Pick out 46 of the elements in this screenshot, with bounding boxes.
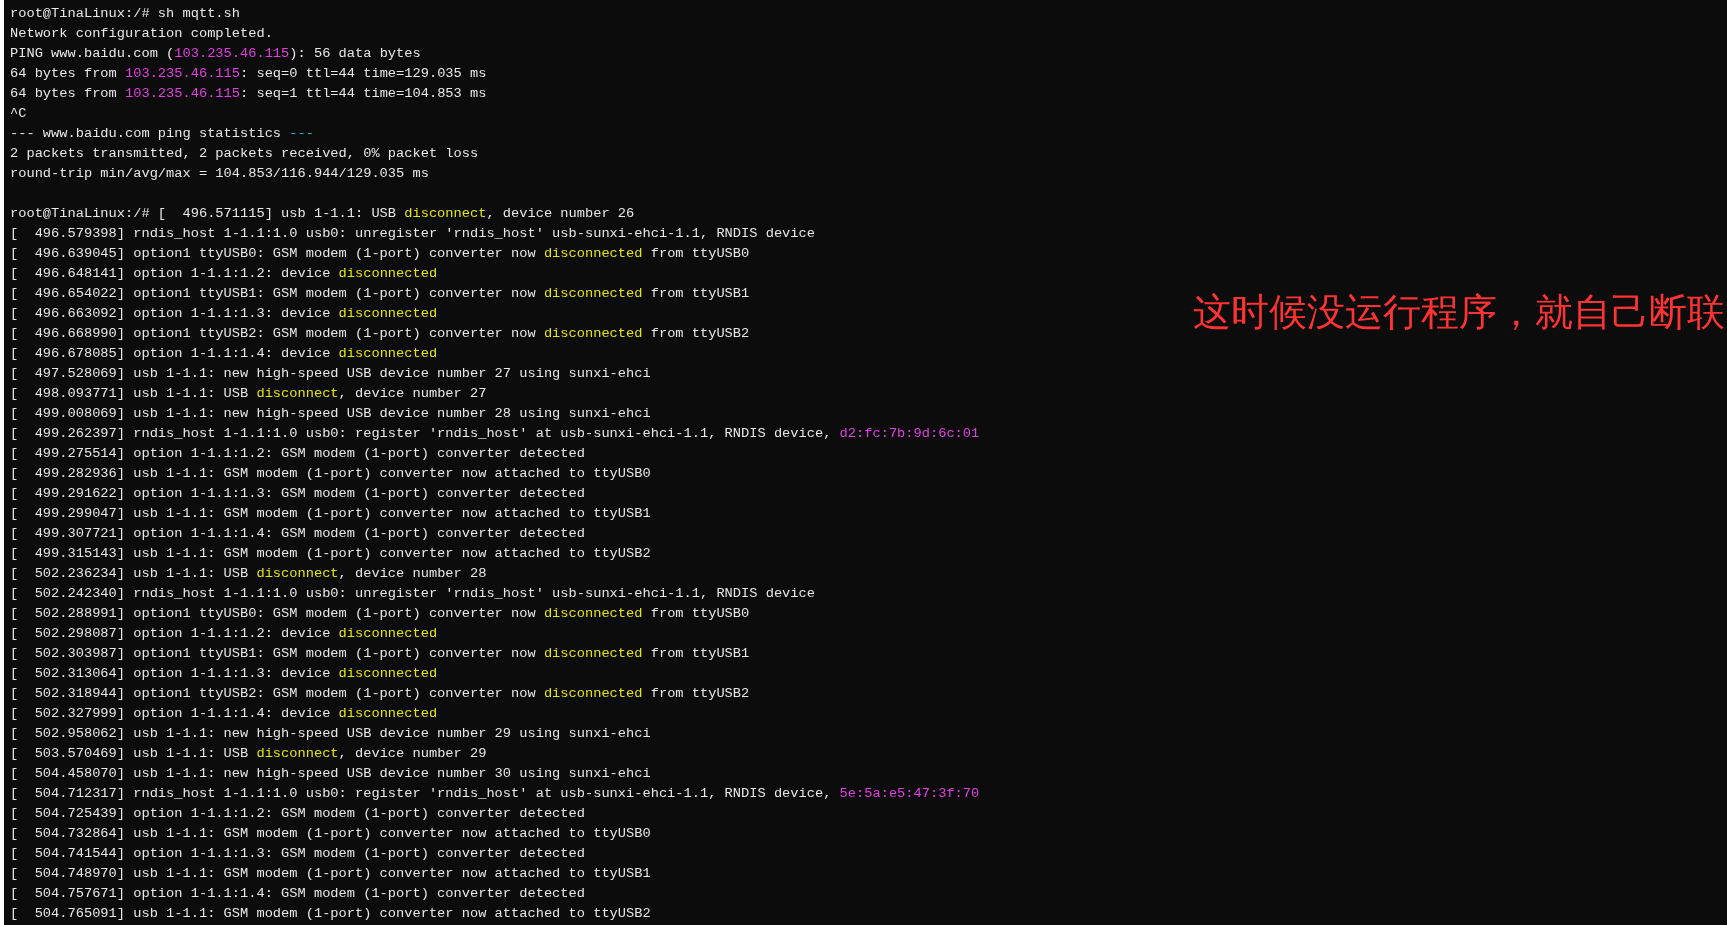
terminal-line: [ 504.732864] usb 1-1.1: GSM modem (1-port) converter now attached to ttyUSB0 xyxy=(10,826,651,841)
terminal-line: [ 502.313064] option 1-1.1:1.3: device disconnected xyxy=(10,666,438,681)
terminal-line: [ 499.275514] option 1-1.1:1.2: GSM modem (1-port) converter detected xyxy=(10,446,585,461)
terminal-line: 64 bytes from 103.235.46.115: seq=0 ttl=44 time=129.035 ms xyxy=(10,66,487,81)
terminal-line: [ 504.748970] usb 1-1.1: GSM modem (1-port) converter now attached to ttyUSB1 xyxy=(10,866,651,881)
terminal-line: ^C xyxy=(10,106,27,121)
terminal-line: [ 499.307721] option 1-1.1:1.4: GSM modem (1-port) converter detected xyxy=(10,526,585,541)
terminal-line: [ 496.654022] option1 ttyUSB1: GSM modem (1-port) converter now disconnected from ttyUSB1 xyxy=(10,286,750,301)
terminal-line: PING www.baidu.com (103.235.46.115): 56 data bytes xyxy=(10,46,421,61)
terminal-line: [ 502.236234] usb 1-1.1: USB disconnect, device number 28 xyxy=(10,566,487,581)
annotation-text: 这时候没运行程序，就自己断联 xyxy=(1193,289,1725,336)
terminal-line: [ 502.242340] rndis_host 1-1.1:1.0 usb0: unregister 'rndis_host' usb-sunxi-ehci-1.1, RNDIS device xyxy=(10,586,815,601)
terminal-line: [ 496.663092] option 1-1.1:1.3: device disconnected xyxy=(10,306,438,321)
terminal-line: [ 502.303987] option1 ttyUSB1: GSM modem (1-port) converter now disconnected from ttyUSB1 xyxy=(10,646,750,661)
terminal-line: [ 502.958062] usb 1-1.1: new high-speed USB device number 29 using sunxi-ehci xyxy=(10,726,651,741)
terminal-line: [ 504.765091] usb 1-1.1: GSM modem (1-port) converter now attached to ttyUSB2 xyxy=(10,906,651,921)
terminal-line: [ 496.648141] option 1-1.1:1.2: device disconnected xyxy=(10,266,438,281)
terminal-line: [ 504.712317] rndis_host 1-1.1:1.0 usb0: register 'rndis_host' at usb-sunxi-ehci-1.1, RNDIS device, 5e:5a:e5:47:3f:70 xyxy=(10,786,980,801)
terminal-line: [ 503.570469] usb 1-1.1: USB disconnect, device number 29 xyxy=(10,746,487,761)
terminal-line: [ 504.741544] option 1-1.1:1.3: GSM modem (1-port) converter detected xyxy=(10,846,585,861)
terminal-line: [ 502.318944] option1 ttyUSB2: GSM modem (1-port) converter now disconnected from ttyUSB2 xyxy=(10,686,750,701)
terminal-line: 2 packets transmitted, 2 packets received, 0% packet loss xyxy=(10,146,479,161)
terminal-line: [ 498.093771] usb 1-1.1: USB disconnect, device number 27 xyxy=(10,386,487,401)
terminal-line: [ 499.299047] usb 1-1.1: GSM modem (1-port) converter now attached to ttyUSB1 xyxy=(10,506,651,521)
terminal-line: [ 499.282936] usb 1-1.1: GSM modem (1-port) converter now attached to ttyUSB0 xyxy=(10,466,651,481)
terminal-line: [ 499.291622] option 1-1.1:1.3: GSM modem (1-port) converter detected xyxy=(10,486,585,501)
terminal-line: round-trip min/avg/max = 104.853/116.944/129.035 ms xyxy=(10,166,429,181)
terminal-line: Network configuration completed. xyxy=(10,26,273,41)
terminal-line: 64 bytes from 103.235.46.115: seq=1 ttl=44 time=104.853 ms xyxy=(10,86,487,101)
terminal-line: [ 496.678085] option 1-1.1:1.4: device disconnected xyxy=(10,346,438,361)
terminal-line: [ 497.528069] usb 1-1.1: new high-speed USB device number 27 using sunxi-ehci xyxy=(10,366,651,381)
terminal-line: [ 499.008069] usb 1-1.1: new high-speed USB device number 28 using sunxi-ehci xyxy=(10,406,651,421)
terminal-line: [ 502.327999] option 1-1.1:1.4: device disconnected xyxy=(10,706,438,721)
terminal-line: [ 504.757671] option 1-1.1:1.4: GSM modem (1-port) converter detected xyxy=(10,886,585,901)
terminal-line: [ 496.668990] option1 ttyUSB2: GSM modem (1-port) converter now disconnected from ttyUSB2 xyxy=(10,326,750,341)
terminal-line: root@TinaLinux:/# [ 496.571115] usb 1-1.1: USB disconnect, device number 26 xyxy=(10,206,635,221)
terminal-line: [ 499.262397] rndis_host 1-1.1:1.0 usb0: register 'rndis_host' at usb-sunxi-ehci-1.1, RNDIS device, d2:fc:7b:9d:6c:01 xyxy=(10,426,980,441)
terminal-line: [ 502.288991] option1 ttyUSB0: GSM modem (1-port) converter now disconnected from ttyUSB0 xyxy=(10,606,750,621)
terminal-line: [ 499.315143] usb 1-1.1: GSM modem (1-port) converter now attached to ttyUSB2 xyxy=(10,546,651,561)
terminal-line: root@TinaLinux:/# sh mqtt.sh xyxy=(10,6,240,21)
terminal-line: [ 496.639045] option1 ttyUSB0: GSM modem (1-port) converter now disconnected from ttyUSB0 xyxy=(10,246,750,261)
terminal-line: [ 504.725439] option 1-1.1:1.2: GSM modem (1-port) converter detected xyxy=(10,806,585,821)
terminal-line: [ 504.458070] usb 1-1.1: new high-speed USB device number 30 using sunxi-ehci xyxy=(10,766,651,781)
terminal-line: [ 496.579398] rndis_host 1-1.1:1.0 usb0: unregister 'rndis_host' usb-sunxi-ehci-1.1, RNDIS device xyxy=(10,226,815,241)
terminal-line: [ 502.298087] option 1-1.1:1.2: device disconnected xyxy=(10,626,438,641)
terminal-line: --- www.baidu.com ping statistics --- xyxy=(10,126,314,141)
